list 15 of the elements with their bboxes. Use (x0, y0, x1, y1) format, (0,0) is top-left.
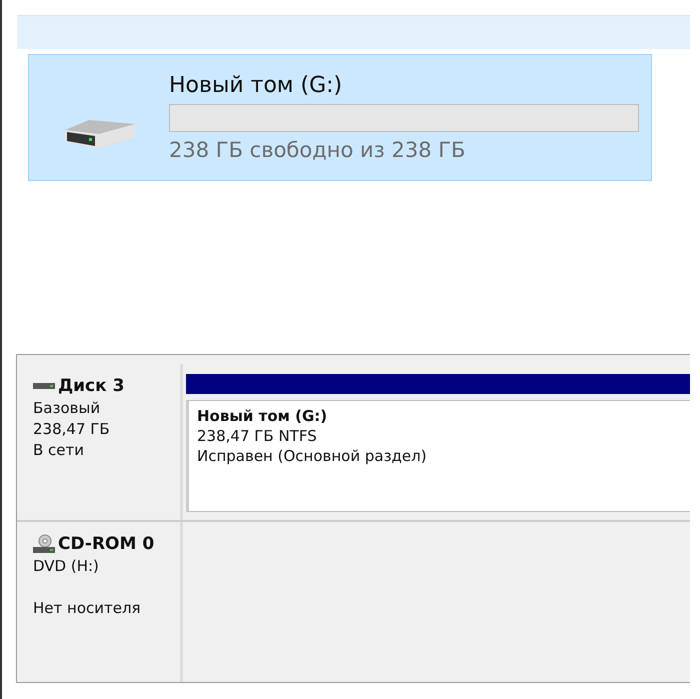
disk-info: В сети (33, 441, 86, 459)
disk-info: Нет носителя (33, 599, 142, 617)
disk-info: 238,47 ГБ (33, 420, 111, 438)
disk-info: DVD (H:) (33, 557, 100, 575)
drive-tile[interactable]: Новый том (G:) 238 ГБ свободно из 238 ГБ (28, 54, 652, 181)
drive-name: Новый том (G:) (169, 73, 344, 98)
partition-name: Новый том (G:) (197, 407, 328, 425)
disk-name: CD-ROM 0 (58, 534, 154, 554)
partition-card[interactable]: Новый том (G:) 238,47 ГБ NTFS Исправен (Основной раздел) (186, 400, 690, 512)
disk-info: Базовый (33, 399, 102, 417)
free-space-text: 238 ГБ свободно из 238 ГБ (169, 138, 466, 162)
cd-drive-icon (33, 534, 55, 554)
partition-status: Исправен (Основной раздел) (197, 447, 428, 465)
disk-name: Диск 3 (58, 376, 124, 396)
partition-size: 238,47 ГБ NTFS (197, 427, 318, 445)
